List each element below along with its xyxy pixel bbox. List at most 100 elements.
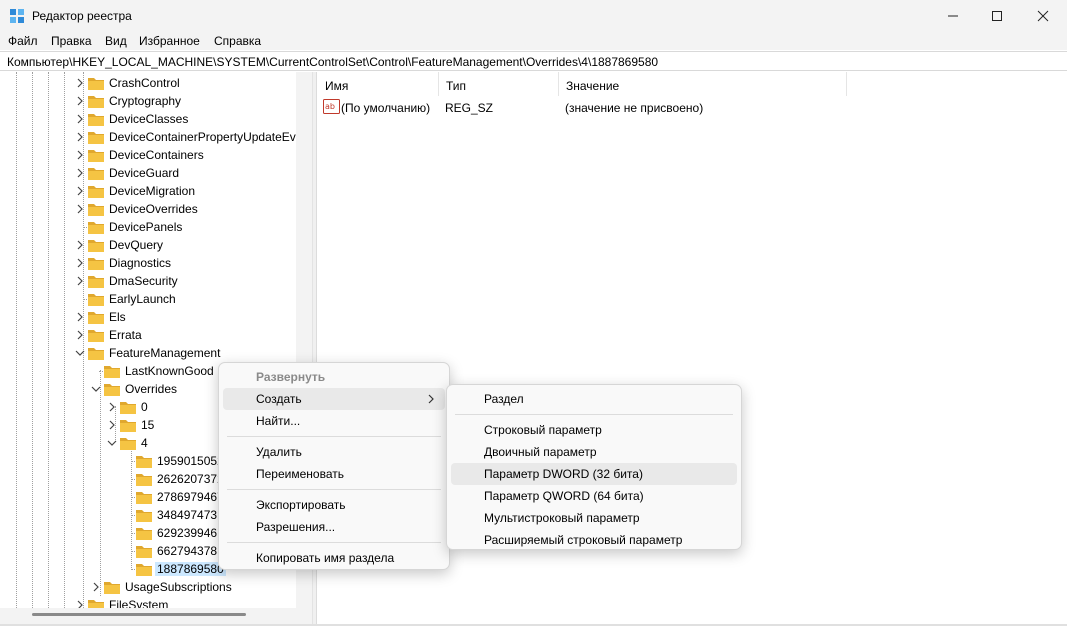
submenu-item-dword-value[interactable]: Параметр DWORD (32 бита) bbox=[451, 463, 737, 485]
folder-icon bbox=[88, 240, 104, 252]
folder-icon bbox=[88, 204, 104, 216]
tree-node-label: DeviceContainerPropertyUpdateEve bbox=[109, 130, 303, 144]
address-bar[interactable]: Компьютер\HKEY_LOCAL_MACHINE\SYSTEM\Curr… bbox=[0, 51, 1067, 71]
folder-icon bbox=[136, 456, 152, 468]
address-path[interactable]: Компьютер\HKEY_LOCAL_MACHINE\SYSTEM\Curr… bbox=[7, 55, 658, 69]
menu-item-copy-key-name[interactable]: Копировать имя раздела bbox=[223, 547, 445, 569]
tree-node-label: 662794378 bbox=[157, 544, 218, 558]
submenu-item-binary-value[interactable]: Двоичный параметр bbox=[451, 441, 737, 463]
tree-node[interactable]: DeviceContainers bbox=[0, 146, 296, 164]
submenu-item-expandable-string-value[interactable]: Расширяемый строковый параметр bbox=[451, 529, 737, 551]
context-menu: Развернуть Создать Найти... Удалить Пере… bbox=[218, 362, 450, 570]
tree-node-label: Overrides bbox=[125, 382, 178, 396]
tree-horizontal-scroll-thumb[interactable] bbox=[32, 613, 246, 616]
column-header-name-label: Имя bbox=[325, 79, 349, 93]
folder-icon bbox=[88, 348, 104, 360]
menu-separator bbox=[455, 414, 733, 415]
menu-item-export[interactable]: Экспортировать bbox=[223, 494, 445, 516]
chevron-right-icon[interactable] bbox=[75, 168, 85, 178]
chevron-right-icon[interactable] bbox=[75, 204, 85, 214]
chevron-right-icon[interactable] bbox=[75, 132, 85, 142]
menu-item-delete[interactable]: Удалить bbox=[223, 441, 445, 463]
close-button[interactable] bbox=[1020, 0, 1066, 32]
folder-icon bbox=[88, 294, 104, 306]
tree-node[interactable]: DeviceContainerPropertyUpdateEve bbox=[0, 128, 302, 146]
submenu-item-qword-value[interactable]: Параметр QWORD (64 бита) bbox=[451, 485, 737, 507]
menu-file[interactable]: Файл bbox=[8, 34, 38, 48]
folder-icon bbox=[88, 276, 104, 288]
tree-node[interactable]: DevQuery bbox=[0, 236, 296, 254]
tree-node[interactable]: Cryptography bbox=[0, 92, 296, 110]
chevron-right-icon[interactable] bbox=[107, 402, 117, 412]
menu-item-new[interactable]: Создать bbox=[223, 388, 445, 410]
chevron-right-icon[interactable] bbox=[75, 312, 85, 322]
chevron-right-icon[interactable] bbox=[75, 96, 85, 106]
chevron-right-icon[interactable] bbox=[75, 114, 85, 124]
menu-separator bbox=[227, 489, 441, 490]
chevron-down-icon[interactable] bbox=[75, 348, 85, 358]
menu-item-expand[interactable]: Развернуть bbox=[223, 366, 445, 388]
menu-item-rename-label: Переименовать bbox=[256, 467, 344, 481]
column-header-type[interactable]: Тип bbox=[439, 72, 559, 96]
menu-bar: Файл Правка Вид Избранное Справка bbox=[0, 32, 1067, 50]
column-header-value[interactable]: Значение bbox=[559, 72, 847, 96]
chevron-right-icon[interactable] bbox=[75, 186, 85, 196]
tree-node[interactable]: Errata bbox=[0, 326, 296, 344]
tree-node-label: Errata bbox=[109, 328, 142, 342]
chevron-right-icon[interactable] bbox=[107, 420, 117, 430]
tree-node[interactable]: UsageSubscriptions bbox=[0, 578, 296, 596]
chevron-down-icon[interactable] bbox=[91, 384, 101, 394]
chevron-right-icon[interactable] bbox=[91, 582, 101, 592]
menu-item-find[interactable]: Найти... bbox=[223, 410, 445, 432]
tree-node[interactable]: DeviceOverrides bbox=[0, 200, 296, 218]
chevron-right-icon[interactable] bbox=[75, 240, 85, 250]
tree-node-label: 2786979467 bbox=[157, 490, 224, 504]
submenu-item-string-value[interactable]: Строковый параметр bbox=[451, 419, 737, 441]
tree-node[interactable]: DeviceGuard bbox=[0, 164, 296, 182]
tree-node[interactable]: Els bbox=[0, 308, 296, 326]
menu-item-rename[interactable]: Переименовать bbox=[223, 463, 445, 485]
tree-node-label: 3484974731 bbox=[157, 508, 224, 522]
menu-separator bbox=[227, 542, 441, 543]
chevron-right-icon[interactable] bbox=[75, 258, 85, 268]
chevron-right-icon[interactable] bbox=[75, 150, 85, 160]
folder-icon bbox=[120, 438, 136, 450]
menu-item-permissions[interactable]: Разрешения... bbox=[223, 516, 445, 538]
tree-node-label: 15 bbox=[141, 418, 155, 432]
maximize-button[interactable] bbox=[974, 0, 1020, 32]
folder-icon bbox=[88, 132, 104, 144]
submenu-item-key[interactable]: Раздел bbox=[451, 388, 737, 410]
folder-icon bbox=[88, 96, 104, 108]
svg-text:ab: ab bbox=[325, 102, 335, 111]
submenu-item-multi-string-value[interactable]: Мультистроковый параметр bbox=[451, 507, 737, 529]
tree-node[interactable]: Diagnostics bbox=[0, 254, 296, 272]
chevron-down-icon[interactable] bbox=[107, 438, 117, 448]
column-header-name[interactable]: Имя bbox=[318, 72, 439, 96]
chevron-right-icon bbox=[428, 394, 434, 404]
tree-node[interactable]: DmaSecurity bbox=[0, 272, 296, 290]
chevron-right-icon[interactable] bbox=[75, 276, 85, 286]
tree-node[interactable]: DeviceClasses bbox=[0, 110, 296, 128]
tree-node-label: DeviceMigration bbox=[109, 184, 196, 198]
tree-node[interactable]: DeviceMigration bbox=[0, 182, 296, 200]
tree-node[interactable]: CrashControl bbox=[0, 74, 296, 92]
value-name: (По умолчанию) bbox=[341, 101, 431, 115]
menu-favorites[interactable]: Избранное bbox=[139, 34, 200, 48]
menu-help[interactable]: Справка bbox=[214, 34, 261, 48]
chevron-right-icon[interactable] bbox=[75, 78, 85, 88]
tree-node[interactable]: DevicePanels bbox=[0, 218, 296, 236]
menu-edit[interactable]: Правка bbox=[51, 34, 92, 48]
value-row[interactable]: ab (По умолчанию) REG_SZ (значение не пр… bbox=[318, 97, 1065, 117]
menu-view[interactable]: Вид bbox=[105, 34, 127, 48]
chevron-right-icon[interactable] bbox=[75, 330, 85, 340]
folder-icon bbox=[88, 150, 104, 162]
tree-node-label: 2626207372 bbox=[157, 472, 224, 486]
tree-node[interactable]: FeatureManagement bbox=[0, 344, 296, 362]
tree-node-label: 4 bbox=[141, 436, 148, 450]
folder-icon bbox=[136, 564, 152, 576]
close-icon bbox=[1037, 10, 1049, 22]
tree-node[interactable]: EarlyLaunch bbox=[0, 290, 296, 308]
minimize-button[interactable] bbox=[930, 0, 976, 32]
menu-item-new-label: Создать bbox=[256, 392, 302, 406]
folder-icon bbox=[136, 492, 152, 504]
